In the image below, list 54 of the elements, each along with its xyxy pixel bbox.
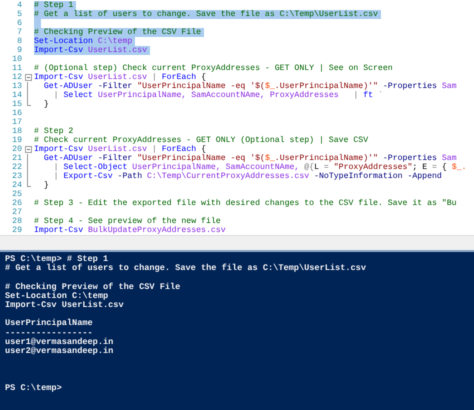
console-line: ----------------- xyxy=(5,328,93,338)
line-number: 28 xyxy=(11,217,22,226)
line-number: 25 xyxy=(11,190,22,199)
code-line: Import-Csv UserList.csv | ForEach { xyxy=(34,145,207,154)
console-line: # Get a list of users to change. Save the file as C:\Temp\UserList.csv xyxy=(5,264,367,274)
code-line: | Export-Csv -Path C:\Temp\CurrentProxyAddresses.csv -NoTypeInformation -Append xyxy=(52,172,443,181)
console-line: UserPrincipalName xyxy=(5,319,94,329)
code-line: # Step 2 xyxy=(34,127,74,136)
code-line: } xyxy=(42,181,50,190)
console-prompt: PS C:\temp> xyxy=(5,384,63,393)
line-number: 13 xyxy=(11,82,22,91)
code-line: Import-Csv BulkUpdateProxyAddresses.csv xyxy=(34,226,227,235)
console-line: Import-Csv UserList.csv xyxy=(5,301,125,310)
horizontal-scrollbar[interactable] xyxy=(0,235,474,252)
line-number: 8 xyxy=(16,37,22,46)
line-number: 10 xyxy=(11,55,22,64)
line-number: 16 xyxy=(11,109,22,118)
collapse-icon[interactable] xyxy=(24,146,32,153)
line-number: 9 xyxy=(16,46,22,55)
line-number: 20 xyxy=(11,145,22,154)
line-number: 23 xyxy=(11,172,22,181)
line-number: 12 xyxy=(11,73,22,82)
code-line: Get-ADUser -Filter "UserPrincipalName -eq '$($_.UserPrincipalName)'" -Properties Sam xyxy=(42,82,458,91)
console-line: # Checking Preview of the CSV File xyxy=(5,282,182,292)
line-number: 17 xyxy=(11,118,22,127)
line-number: 19 xyxy=(11,136,22,145)
code-line: # Step 3 - Edit the exported file with desired changes to the CSV file. Save it as "Bu xyxy=(34,199,458,208)
code-line: | Select-Object UserPrincipalName, SamAccountNAme, @{L = "ProxyAddresses"; E = { $_. xyxy=(52,163,468,172)
code-line: } xyxy=(42,100,50,109)
line-number: 14 xyxy=(11,91,22,100)
code-line: | Select UserPrincipalName, SamAccountNAme, ProxyAddresses | ft ` xyxy=(52,91,384,100)
line-number: 11 xyxy=(11,64,22,73)
code-line: Get-ADUser -Filter "UserPrincipalName -eq '$($_.UserPrincipalName)'" -Properties Sam xyxy=(42,154,458,163)
console-line: Set-Location C:\temp xyxy=(5,292,108,301)
line-number: 4 xyxy=(16,1,22,10)
console-line: PS C:\temp> # Step 1 xyxy=(5,255,110,264)
console-line: user1@vermasandeep.in xyxy=(5,338,114,347)
code-line: # Step 4 - See preview of the new file xyxy=(34,217,222,226)
code-line: # Check current ProxyAddresses - GET ONLY (Optional step) | Save CSV xyxy=(34,136,370,145)
line-number: 26 xyxy=(11,199,22,208)
line-number: 24 xyxy=(11,181,22,190)
line-number: 29 xyxy=(11,226,22,235)
line-number: 22 xyxy=(11,163,22,172)
console-line: user2@vermasandeep.in xyxy=(5,347,114,356)
line-number: 5 xyxy=(16,10,22,19)
line-number: 27 xyxy=(11,208,22,217)
line-number: 7 xyxy=(16,28,22,37)
code-line: Import-Csv UserList.csv | ForEach { xyxy=(34,73,207,82)
line-number: 15 xyxy=(11,100,22,109)
line-number: 21 xyxy=(11,154,22,163)
code-line: # (Optional step) Check current ProxyAddresses - GET ONLY | See on Screen xyxy=(34,64,394,73)
line-number: 6 xyxy=(16,19,22,28)
collapse-icon[interactable] xyxy=(24,74,32,81)
line-number: 18 xyxy=(11,127,22,136)
